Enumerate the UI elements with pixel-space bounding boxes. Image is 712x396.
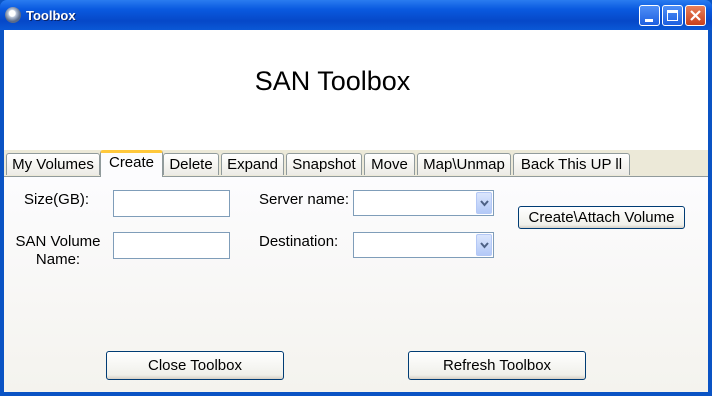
volume-name-label: SAN Volume Name: (12, 233, 104, 269)
size-input[interactable] (113, 190, 230, 217)
destination-dropdown-button[interactable] (476, 234, 492, 256)
minimize-icon (645, 19, 653, 22)
close-icon (690, 10, 701, 21)
tab-expand[interactable]: Expand (221, 153, 284, 175)
page-title: SAN Toolbox (254, 66, 411, 96)
close-window-button[interactable] (685, 5, 706, 26)
tab-snapshot[interactable]: Snapshot (286, 153, 362, 175)
header-banner: SAN Toolbox (4, 30, 708, 150)
tab-map-unmap[interactable]: Map\Unmap (417, 153, 511, 175)
tab-back-this-up[interactable]: Back This UP ll (513, 153, 630, 175)
chevron-down-icon (480, 242, 489, 249)
tab-move[interactable]: Move (364, 153, 415, 175)
toolbox-window: Toolbox SAN Toolbox My Volumes Create De… (0, 0, 712, 396)
server-name-label: Server name: (259, 191, 350, 208)
close-toolbox-button[interactable]: Close Toolbox (106, 351, 284, 380)
destination-select[interactable] (353, 232, 494, 258)
size-label: Size(GB): (24, 191, 90, 208)
volume-name-input[interactable] (113, 232, 230, 259)
minimize-button[interactable] (639, 5, 660, 26)
destination-label: Destination: (259, 233, 339, 250)
app-orb-icon[interactable] (5, 7, 21, 23)
chevron-down-icon (480, 200, 489, 207)
create-tab-panel: Size(GB): SAN Volume Name: Server name: … (4, 176, 708, 392)
volume-name-label-line2: Name: (35, 251, 81, 268)
tab-strip: My Volumes Create Delete Expand Snapshot… (4, 150, 708, 177)
title-bar[interactable]: Toolbox (0, 0, 712, 30)
window-title: Toolbox (26, 8, 76, 23)
volume-name-label-line1: SAN Volume (15, 233, 101, 250)
maximize-icon (667, 10, 678, 21)
create-attach-volume-button[interactable]: Create\Attach Volume (518, 206, 685, 229)
server-name-select[interactable] (353, 190, 494, 216)
tab-my-volumes[interactable]: My Volumes (6, 153, 100, 175)
maximize-button[interactable] (662, 5, 683, 26)
refresh-toolbox-button[interactable]: Refresh Toolbox (408, 351, 586, 380)
tab-create[interactable]: Create (100, 150, 163, 177)
client-area: SAN Toolbox My Volumes Create Delete Exp… (4, 30, 708, 392)
server-name-dropdown-button[interactable] (476, 192, 492, 214)
tab-delete[interactable]: Delete (163, 153, 219, 175)
